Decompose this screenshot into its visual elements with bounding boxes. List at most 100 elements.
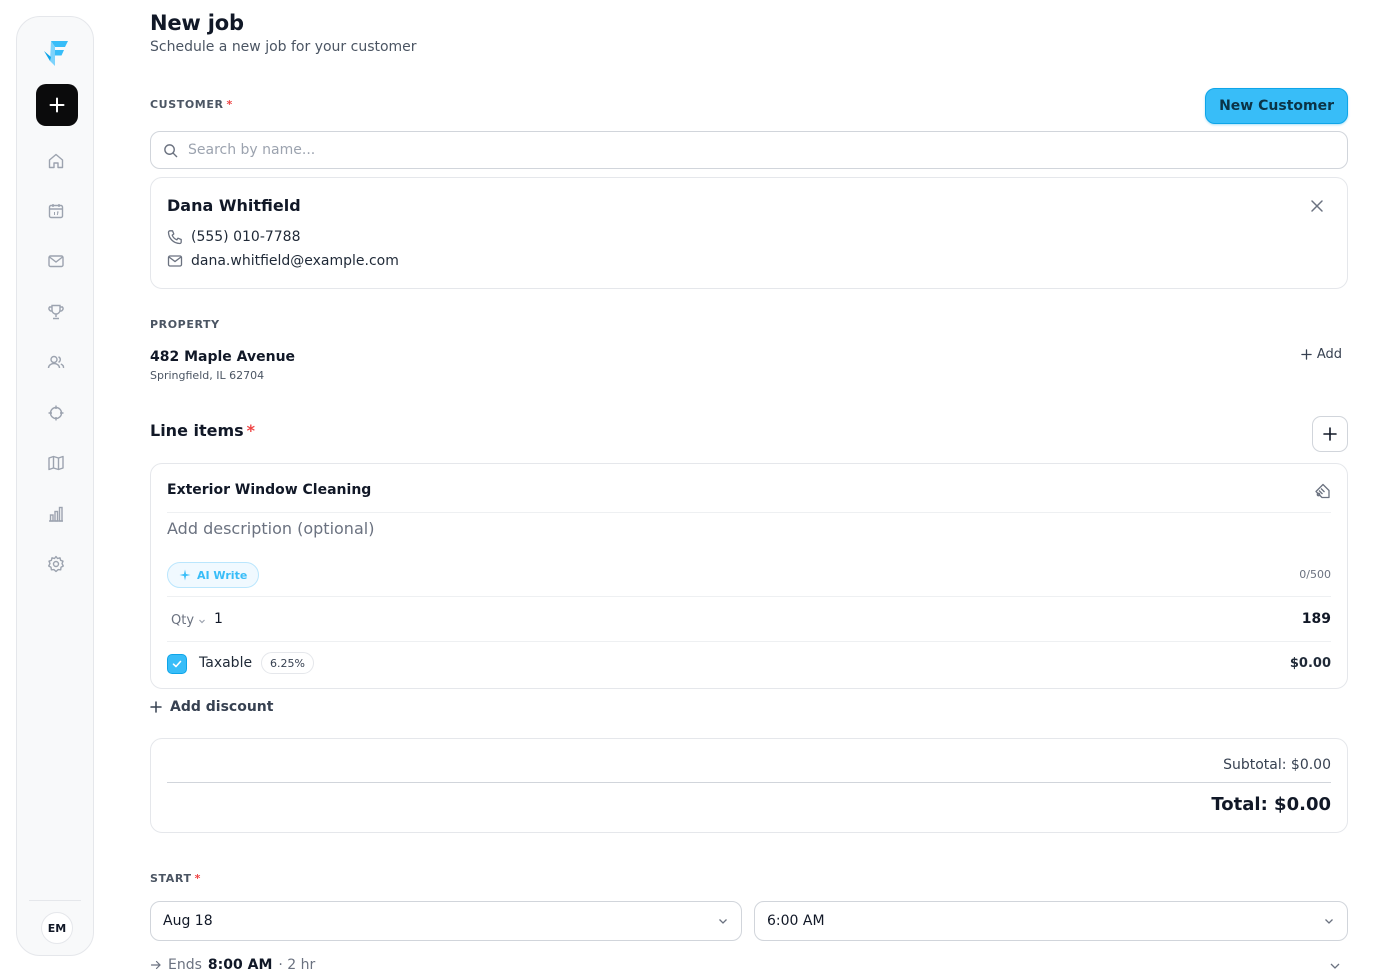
customer-label-text: CUSTOMER xyxy=(150,98,224,111)
divider xyxy=(167,641,1331,642)
qty-input[interactable]: 1 xyxy=(214,611,223,627)
ends-prefix: Ends xyxy=(168,957,202,972)
nav-calendar[interactable] xyxy=(46,201,66,221)
nav-messages[interactable] xyxy=(46,251,66,271)
subtotal: Subtotal: $0.00 xyxy=(1223,757,1331,773)
check-icon xyxy=(172,660,182,668)
property-name: 482 Maple Avenue xyxy=(150,349,296,365)
nav-dispatch[interactable] xyxy=(46,403,66,423)
ends-time: 8:00 AM xyxy=(207,957,273,972)
tax-amount: $0.00 xyxy=(1289,656,1331,671)
sidebar-divider xyxy=(29,900,81,901)
new-customer-button[interactable]: New Customer xyxy=(1205,88,1348,124)
required-mark: * xyxy=(246,421,256,440)
add-line-item-button[interactable] xyxy=(1312,416,1348,452)
mail-icon xyxy=(48,255,64,268)
start-date-value: Aug 18 xyxy=(163,913,213,929)
nav-settings[interactable] xyxy=(46,554,66,574)
description-char-count: 0/500 xyxy=(1299,568,1331,581)
totals-card: Subtotal: $0.00 Total: $0.00 xyxy=(150,738,1348,833)
create-new-button[interactable] xyxy=(36,84,78,126)
taxable-label: Taxable xyxy=(199,655,253,671)
sidebar: EM xyxy=(16,16,94,956)
plus-icon xyxy=(1323,427,1337,441)
line-items-title: Line items * xyxy=(150,421,255,440)
line-item-card: Exterior Window Cleaning Add description… xyxy=(150,463,1348,689)
gear-icon xyxy=(48,555,64,573)
chevron-down-icon xyxy=(1330,963,1340,969)
customer-phone-row: (555) 010-7788 xyxy=(167,229,301,245)
ai-write-label: AI Write xyxy=(197,568,248,582)
add-discount-label: Add discount xyxy=(170,699,274,715)
qty-unit-dropdown[interactable]: Qty xyxy=(171,613,206,628)
search-icon xyxy=(164,143,178,157)
line-items-title-text: Line items xyxy=(150,421,244,440)
start-label-text: START xyxy=(150,872,192,885)
start-time-select[interactable]: 6:00 AM xyxy=(754,901,1348,941)
chevron-down-icon xyxy=(719,919,727,924)
close-icon xyxy=(1311,200,1323,212)
add-discount-button[interactable]: Add discount xyxy=(150,699,273,715)
divider xyxy=(167,596,1331,597)
chevron-down-icon xyxy=(1325,919,1333,924)
required-mark: * xyxy=(226,98,233,111)
customer-name: Dana Whitfield xyxy=(167,196,301,215)
end-time-summary: Ends 8:00 AM · 2 hr xyxy=(150,957,315,972)
nav-home[interactable] xyxy=(46,151,66,171)
user-avatar[interactable]: EM xyxy=(41,912,73,944)
add-property-label: Add xyxy=(1316,347,1342,362)
tax-rate-badge[interactable]: 6.25% xyxy=(261,652,314,674)
main-content: New job Schedule a new job for your cust… xyxy=(150,0,1348,972)
chevron-down-icon xyxy=(199,619,205,623)
taxable-checkbox[interactable] xyxy=(167,654,187,674)
line-item-description-input[interactable]: Add description (optional) xyxy=(167,519,374,538)
tag-icon xyxy=(1315,483,1330,499)
selected-customer-card: Dana Whitfield (555) 010-7788 dana.whitf… xyxy=(150,177,1348,289)
plus-icon xyxy=(150,701,162,713)
trophy-icon xyxy=(48,304,64,320)
sparkle-icon xyxy=(179,569,191,581)
required-mark: * xyxy=(194,872,201,885)
property-address: Springfield, IL 62704 xyxy=(150,369,265,382)
remove-customer-button[interactable] xyxy=(1309,198,1325,214)
expand-end-time-button[interactable] xyxy=(1328,958,1342,972)
home-icon xyxy=(48,153,64,169)
page-subtitle: Schedule a new job for your customer xyxy=(150,39,417,55)
divider xyxy=(167,782,1331,783)
start-label: START * xyxy=(150,872,201,885)
users-icon xyxy=(47,355,65,369)
page-title: New job xyxy=(150,11,244,35)
customer-email-row: dana.whitfield@example.com xyxy=(167,253,399,269)
start-time-value: 6:00 AM xyxy=(767,913,825,929)
add-property-button[interactable]: Add xyxy=(1301,347,1342,362)
bar-chart-icon xyxy=(49,506,63,522)
property-label: PROPERTY xyxy=(150,318,220,331)
map-icon xyxy=(48,455,64,471)
customer-phone: (555) 010-7788 xyxy=(191,229,301,245)
arrow-right-icon xyxy=(150,960,161,970)
phone-icon xyxy=(167,230,182,245)
ends-duration: · 2 hr xyxy=(278,957,316,972)
start-date-select[interactable]: Aug 18 xyxy=(150,901,742,941)
ai-write-button[interactable]: AI Write xyxy=(167,562,260,588)
nav-map[interactable] xyxy=(46,453,66,473)
mail-icon xyxy=(167,255,183,267)
divider xyxy=(167,512,1331,513)
nav-customers[interactable] xyxy=(46,352,66,372)
total: Total: $0.00 xyxy=(1211,794,1331,815)
line-item-name[interactable]: Exterior Window Cleaning xyxy=(167,482,371,498)
customer-email: dana.whitfield@example.com xyxy=(191,253,399,269)
customer-label: CUSTOMER * xyxy=(150,98,233,111)
customer-search-input[interactable] xyxy=(188,142,1288,158)
app-logo-icon[interactable] xyxy=(42,37,70,67)
line-item-price-input[interactable]: 189 xyxy=(1302,611,1331,627)
calendar-icon xyxy=(48,204,64,219)
customer-search-field[interactable] xyxy=(150,131,1348,169)
nav-achievements[interactable] xyxy=(46,302,66,322)
nav-reports[interactable] xyxy=(46,504,66,524)
plus-icon xyxy=(1301,349,1312,360)
plus-icon xyxy=(49,97,65,113)
crosshair-icon xyxy=(48,405,64,421)
qty-label: Qty xyxy=(171,613,195,628)
line-item-tag-button[interactable] xyxy=(1313,482,1331,500)
